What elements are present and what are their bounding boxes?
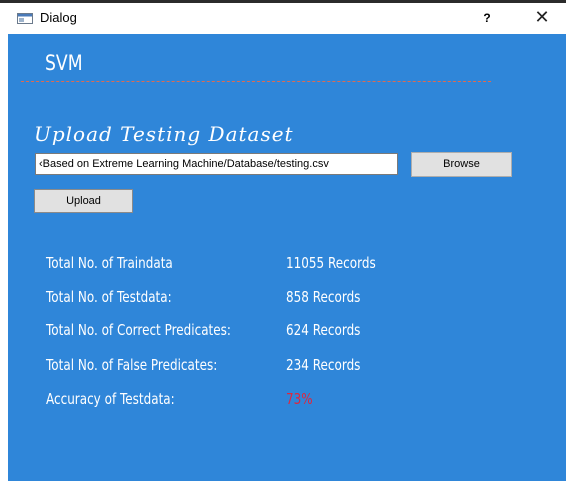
stat-value-traindata: 11055 Records [286,254,376,272]
help-button[interactable]: ? [477,9,497,27]
upload-button[interactable]: Upload [34,189,133,213]
close-button[interactable]: ✕ [530,8,554,28]
window-title: Dialog [40,10,77,25]
title-bar[interactable]: Dialog ? ✕ [0,3,566,31]
stat-label-correct-predicates: Total No. of Correct Predicates: [46,321,231,339]
stat-value-correct-predicates: 624 Records [286,321,361,339]
stat-value-accuracy: 73% [286,390,313,408]
stat-label-testdata: Total No. of Testdata: [46,288,172,306]
page-title: SVM [45,51,83,75]
heading-divider [21,81,491,82]
file-path-input[interactable]: ‹Based on Extreme Learning Machine/Datab… [35,153,398,175]
upload-section-title: Upload Testing Dataset [34,122,294,146]
stat-label-false-predicates: Total No. of False Predicates: [46,356,218,374]
dialog-client-area: SVM Upload Testing Dataset ‹Based on Ext… [8,34,566,481]
stat-label-accuracy: Accuracy of Testdata: [46,390,175,408]
browse-button[interactable]: Browse [411,152,512,177]
stat-value-testdata: 858 Records [286,288,361,306]
stat-value-false-predicates: 234 Records [286,356,361,374]
dialog-window-icon [17,13,33,24]
stat-label-traindata: Total No. of Traindata [46,254,173,272]
